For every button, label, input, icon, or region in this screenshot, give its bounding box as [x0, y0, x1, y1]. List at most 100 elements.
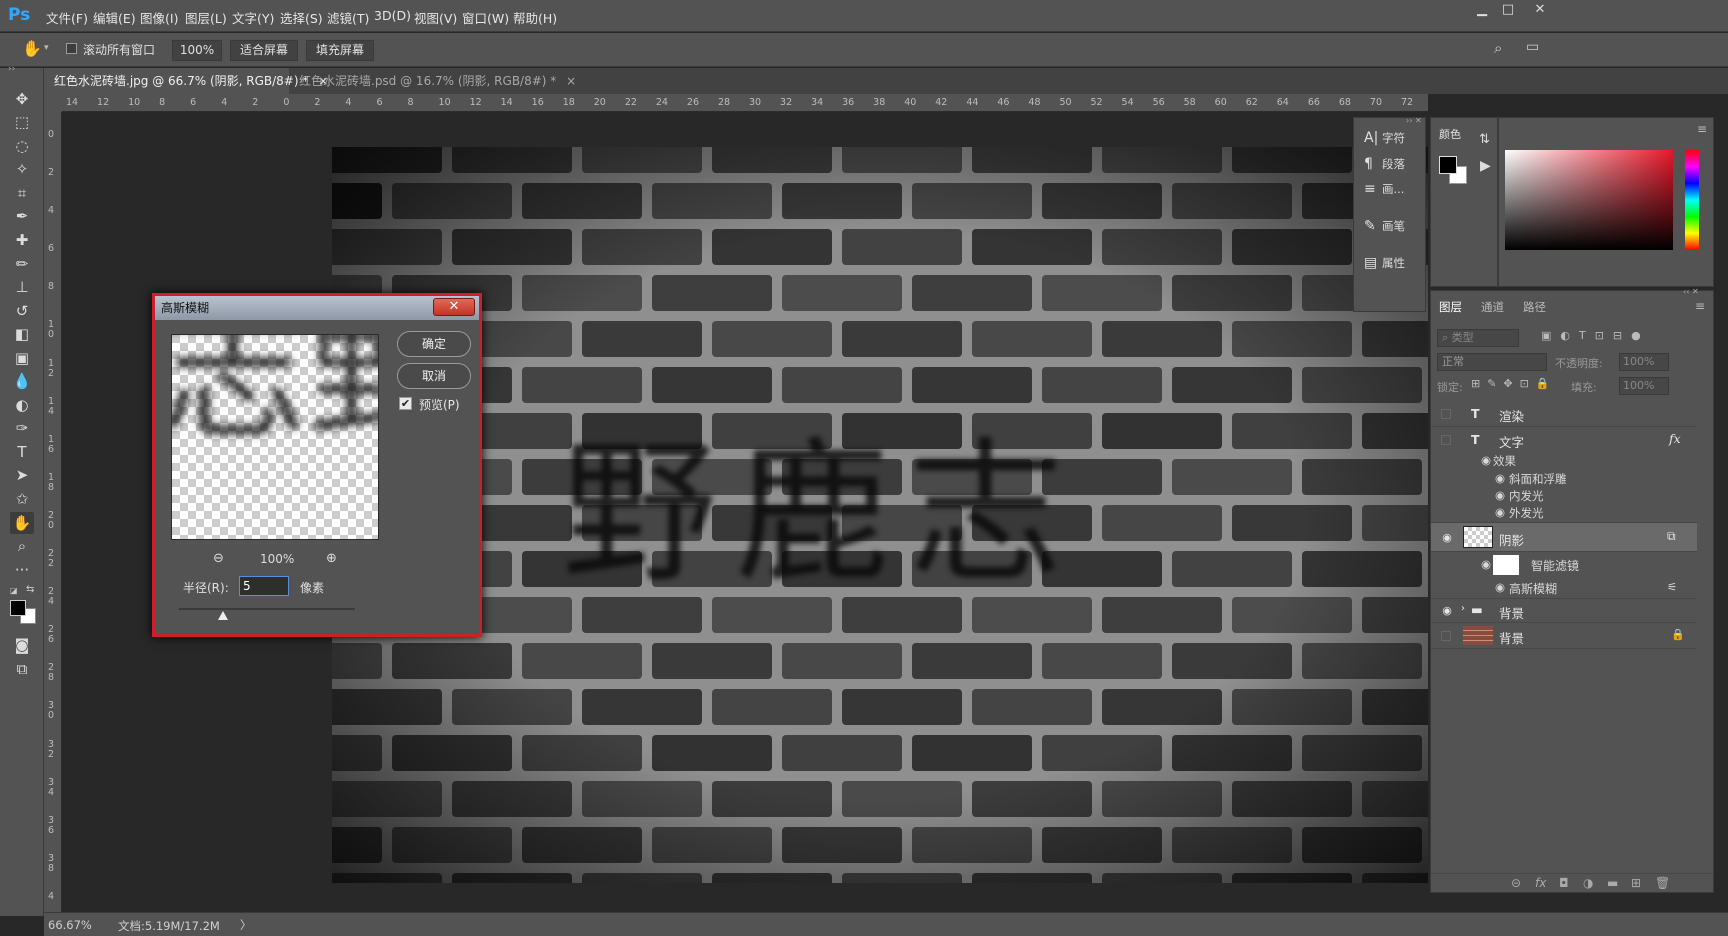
brush-tool-icon[interactable]: ✏	[10, 253, 34, 275]
new-group-icon[interactable]: ▬	[1607, 876, 1618, 890]
blur-preview[interactable]: 志野	[171, 334, 379, 540]
delete-layer-icon[interactable]: 🗑	[1655, 876, 1670, 890]
crop-tool-icon[interactable]: ⌗	[10, 182, 34, 204]
tab-document-jpg[interactable]: 红色水泥砖墙.jpg @ 66.7% (阴影, RGB/8#) * ×	[44, 68, 328, 94]
opacity-input[interactable]: 100%	[1619, 353, 1669, 371]
play-icon[interactable]: ▶	[1480, 158, 1491, 174]
filter-options-icon[interactable]: ⚟	[1667, 580, 1677, 594]
fill-screen-button[interactable]: 填充屏幕	[306, 40, 374, 61]
fill-input[interactable]: 100%	[1619, 377, 1669, 395]
menu-filter[interactable]: 滤镜(T)	[327, 8, 369, 27]
type-tool-icon[interactable]: T	[10, 441, 34, 463]
menu-edit[interactable]: 编辑(E)	[93, 8, 136, 27]
layer-row-shadow[interactable]: ◉ 阴影 ⧉	[1431, 522, 1697, 552]
clone-stamp-tool-icon[interactable]: ⊥	[10, 276, 34, 298]
shape-tool-icon[interactable]: ✩	[10, 488, 34, 510]
effect-eye-icon[interactable]: ◉	[1495, 471, 1505, 485]
blend-mode-select[interactable]: 正常	[1437, 353, 1547, 371]
zoom-in-icon[interactable]: ⊕	[326, 551, 337, 566]
layer-name[interactable]: 背景	[1499, 628, 1524, 647]
menu-layer[interactable]: 图层(L)	[185, 8, 227, 27]
swap-icon[interactable]: ⇅	[1479, 132, 1490, 147]
menu-help[interactable]: 帮助(H)	[513, 8, 557, 27]
search-icon[interactable]: ⌕	[1494, 39, 1502, 57]
swap-colors-icon[interactable]: ⇆	[26, 584, 34, 595]
hand-tool-icon[interactable]: ✋	[22, 39, 42, 58]
color-spectrum-field[interactable]	[1505, 150, 1673, 250]
add-mask-icon[interactable]: ◘	[1559, 876, 1569, 890]
tool-preset-chevron-icon[interactable]: ▾	[44, 43, 49, 53]
quick-select-tool-icon[interactable]: ✧	[10, 158, 34, 180]
lasso-tool-icon[interactable]: ◌	[10, 135, 34, 157]
filter-eye-icon[interactable]: ◉	[1495, 580, 1505, 594]
layer-row-background[interactable]: 背景 🔒	[1431, 623, 1697, 649]
hue-slider[interactable]	[1685, 150, 1699, 250]
blur-tool-icon[interactable]: 💧	[10, 370, 34, 392]
brush-panel-button[interactable]: ✎ 画笔	[1364, 218, 1424, 240]
menu-type[interactable]: 文字(Y)	[232, 8, 274, 27]
minimize-button[interactable]: ▁	[1468, 2, 1496, 20]
toolbar-collapse-icon[interactable]: ››	[8, 64, 15, 74]
menu-select[interactable]: 选择(S)	[280, 8, 323, 27]
quick-mask-icon[interactable]: ◙	[10, 634, 34, 656]
smart-filters-row[interactable]: ◉ 智能滤镜	[1431, 553, 1697, 577]
pen-tool-icon[interactable]: ✑	[10, 417, 34, 439]
screen-mode-icon[interactable]: ⧉	[10, 658, 34, 680]
effect-inner-glow[interactable]: 内发光	[1509, 488, 1544, 504]
adjustment-layer-icon[interactable]: ◑	[1583, 876, 1593, 890]
character-panel-button[interactable]: A| 字符	[1364, 130, 1424, 152]
tab-channels[interactable]: 通道	[1481, 299, 1504, 315]
zoom-100-button[interactable]: 100%	[172, 40, 222, 61]
menu-3d[interactable]: 3D(D)	[374, 8, 411, 23]
filter-gaussian-blur[interactable]: 高斯模糊	[1509, 580, 1557, 597]
radius-slider-handle[interactable]	[218, 611, 228, 620]
properties-panel-button[interactable]: ▤ 属性	[1364, 255, 1424, 277]
layer-filter-icons[interactable]: ▣◐T⊡⊟●	[1541, 329, 1650, 342]
radius-slider-track[interactable]	[179, 608, 355, 610]
layers-menu-icon[interactable]: ≡	[1695, 299, 1705, 313]
menu-file[interactable]: 文件(F)	[46, 8, 88, 27]
ok-button[interactable]: 确定	[397, 331, 471, 357]
foreground-color-swatch[interactable]	[10, 600, 26, 616]
history-brush-tool-icon[interactable]: ↺	[10, 300, 34, 322]
healing-brush-tool-icon[interactable]: ✚	[10, 229, 34, 251]
layer-name[interactable]: 文字	[1499, 432, 1524, 451]
color-fg-swatch[interactable]	[1439, 156, 1457, 174]
preview-checkbox[interactable]: ✔	[399, 397, 412, 410]
visibility-toggle[interactable]	[1441, 435, 1451, 445]
expand-chevron-icon[interactable]: ›	[1461, 603, 1465, 614]
layer-name[interactable]: 阴影	[1499, 530, 1524, 549]
link-layers-icon[interactable]: ⊝	[1511, 876, 1521, 890]
effect-outer-glow[interactable]: 外发光	[1509, 505, 1544, 521]
fx-badge[interactable]: fx	[1669, 431, 1681, 446]
workspace-icon[interactable]: ▭	[1526, 39, 1539, 55]
visibility-toggle[interactable]	[1441, 409, 1451, 419]
layer-row-text[interactable]: T 文字 fx	[1431, 427, 1697, 453]
menu-image[interactable]: 图像(I)	[140, 8, 178, 27]
color-panel-tab[interactable]: 颜色	[1439, 126, 1461, 142]
move-tool-icon[interactable]: ✥	[10, 88, 34, 110]
default-colors-icon[interactable]: ◪	[10, 586, 18, 595]
eraser-tool-icon[interactable]: ◧	[10, 323, 34, 345]
effects-eye-icon[interactable]: ◉	[1481, 453, 1491, 467]
eye-icon[interactable]: ◉	[1439, 604, 1455, 617]
layer-name[interactable]: 背景	[1499, 603, 1524, 622]
document-canvas[interactable]: 野鹿志	[332, 147, 1428, 883]
tab-close-icon[interactable]: ×	[566, 74, 576, 88]
dialog-close-button[interactable]: ✕	[433, 298, 475, 316]
fit-screen-button[interactable]: 适合屏幕	[230, 40, 298, 61]
zoom-tool-icon[interactable]: ⌕	[10, 535, 34, 557]
effect-eye-icon[interactable]: ◉	[1495, 488, 1505, 502]
scroll-all-checkbox[interactable]	[66, 43, 77, 54]
dock-collapse-icon[interactable]: ›› ✕	[1406, 116, 1422, 125]
status-menu-arrow-icon[interactable]: 〉	[240, 917, 252, 933]
layer-row-group-background[interactable]: ◉ › ▬ 背景	[1431, 599, 1697, 623]
more-tools-icon[interactable]: ···	[10, 559, 34, 581]
path-selection-tool-icon[interactable]: ➤	[10, 464, 34, 486]
tab-document-psd[interactable]: 红色水泥砖墙.psd @ 16.7% (阴影, RGB/8#) * ×	[289, 68, 576, 94]
effect-eye-icon[interactable]: ◉	[1495, 505, 1505, 519]
marquee-tool-icon[interactable]: ⬚	[10, 111, 34, 133]
dodge-tool-icon[interactable]: ◐	[10, 394, 34, 416]
eye-icon[interactable]: ◉	[1439, 531, 1455, 544]
tab-layers[interactable]: 图层	[1439, 299, 1462, 315]
